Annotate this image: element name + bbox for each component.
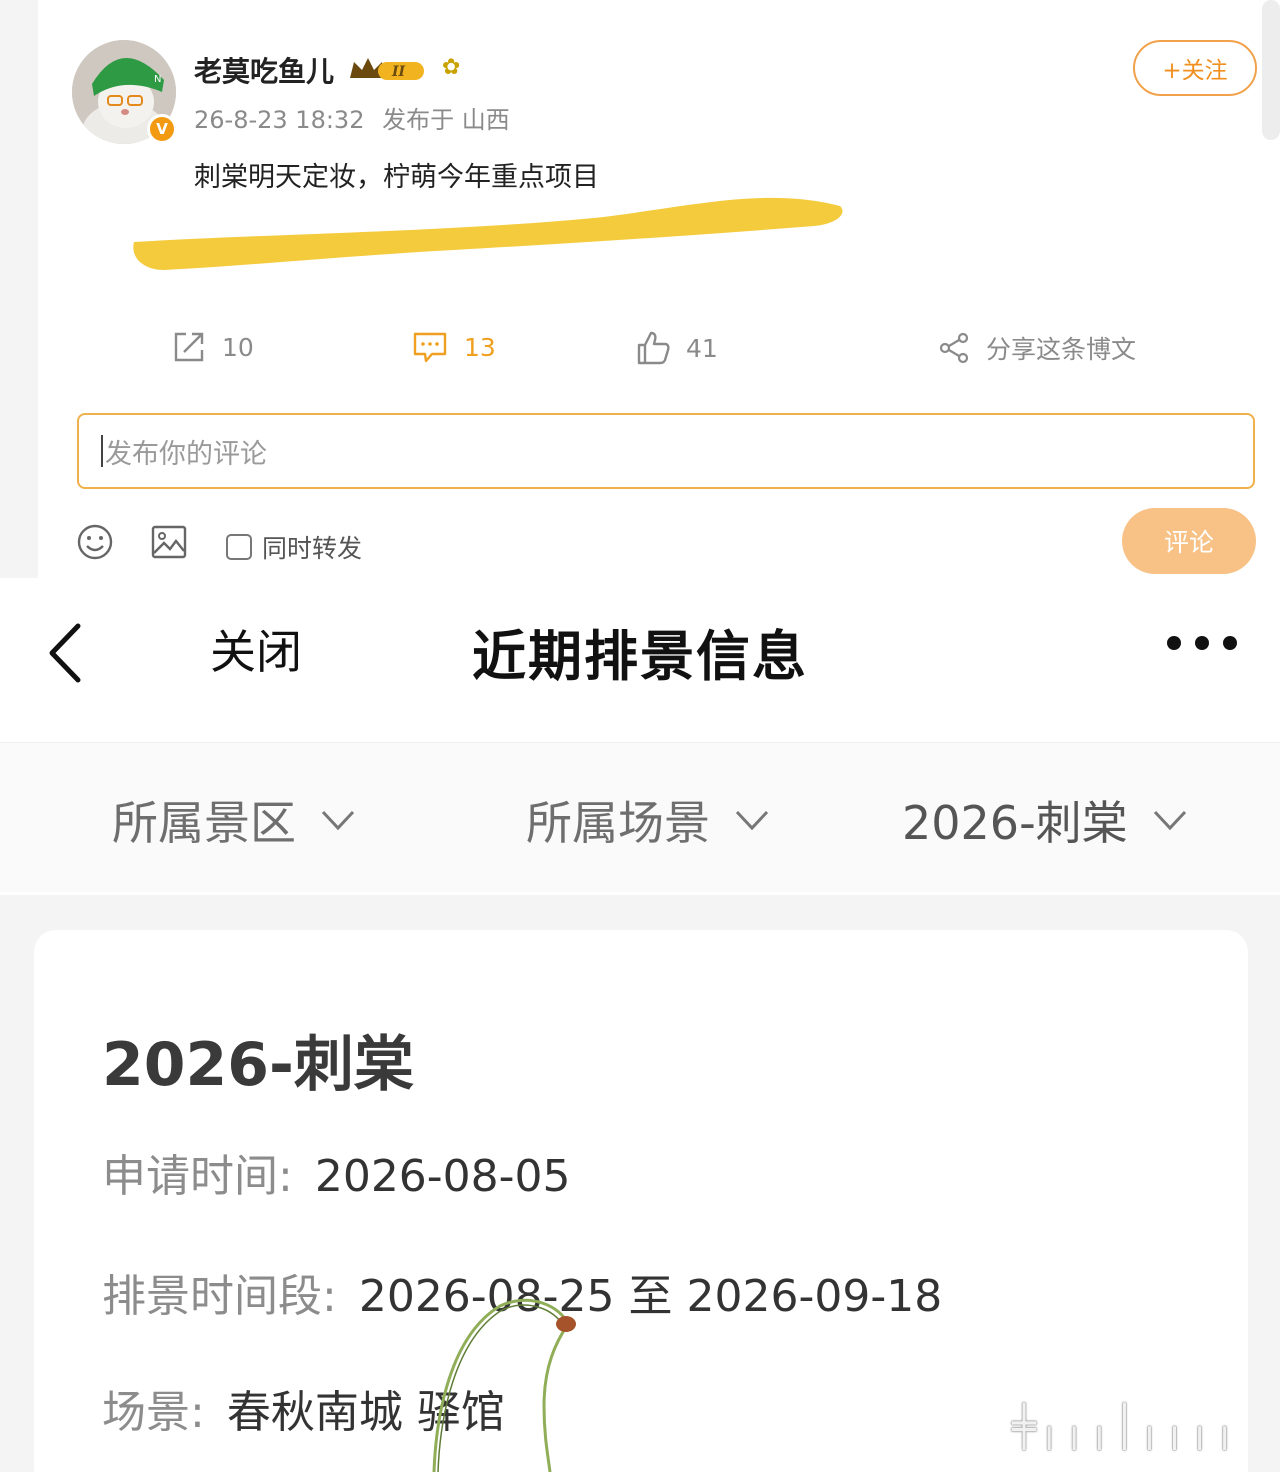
like-count: 41 xyxy=(686,333,718,363)
username[interactable]: 老莫吃鱼儿 xyxy=(194,50,334,90)
schedule-header: 关闭 近期排景信息 xyxy=(0,580,1280,740)
card-title: 2026-刺棠 xyxy=(102,1030,414,1100)
chevron-down-icon xyxy=(735,810,769,831)
left-divider-strip xyxy=(0,0,38,578)
crown-icon: II xyxy=(348,54,428,88)
post-timestamp: 26-8-23 18:32 xyxy=(194,106,365,134)
comment-placeholder: 发布你的评论 xyxy=(105,438,267,470)
repost-checkbox[interactable] xyxy=(226,534,252,560)
filter-scenic-area[interactable]: 所属景区 xyxy=(112,787,356,853)
svg-text:N: N xyxy=(154,74,161,85)
period-label: 排景时间段: xyxy=(102,1271,337,1322)
filter-bar: 所属景区 所属场景 2026-刺棠 xyxy=(0,742,1280,892)
verified-badge: V xyxy=(147,114,177,144)
post-actions: 10 13 41 分享这条博文 xyxy=(0,330,1280,376)
share-label: 分享这条博文 xyxy=(986,335,1137,364)
text-caret xyxy=(101,435,103,467)
repost-icon xyxy=(174,332,204,362)
sprout-doodle xyxy=(432,1298,576,1472)
scene-label: 场景: xyxy=(102,1387,205,1438)
filter-label: 所属景区 xyxy=(112,796,296,850)
scrollbar[interactable] xyxy=(1262,0,1280,140)
comment-action[interactable]: 13 xyxy=(412,330,496,364)
apply-time-row: 申请时间: 2026-08-05 xyxy=(102,1140,571,1204)
filter-scene[interactable]: 所属场景 xyxy=(526,787,770,853)
image-icon[interactable] xyxy=(150,523,188,561)
level-badge-text: II xyxy=(391,64,406,80)
filter-label: 所属场景 xyxy=(526,796,710,850)
apply-time-value: 2026-08-05 xyxy=(314,1151,571,1202)
share-icon xyxy=(939,332,969,364)
filter-project[interactable]: 2026-刺棠 xyxy=(902,787,1188,853)
flower-icon: ✿ xyxy=(442,55,461,80)
filter-label: 2026-刺棠 xyxy=(902,796,1128,850)
chevron-down-icon xyxy=(321,810,355,831)
yellow-highlight-stroke xyxy=(133,197,843,270)
follow-button[interactable]: +关注 xyxy=(1133,40,1257,96)
comment-tools: 同时转发 xyxy=(0,515,1280,571)
comment-icon xyxy=(413,332,447,363)
repost-toggle-label: 同时转发 xyxy=(262,534,363,563)
submit-comment-button[interactable]: 评论 xyxy=(1122,508,1256,574)
emoji-icon[interactable] xyxy=(76,523,114,561)
share-action[interactable]: 分享这条博文 xyxy=(938,330,1136,366)
repost-action[interactable]: 10 xyxy=(172,330,254,364)
comment-count: 13 xyxy=(464,332,496,362)
page-title: 近期排景信息 xyxy=(472,625,808,688)
watermark: ╪╷╷╷│╷╷╷╷ xyxy=(1012,1404,1238,1450)
repost-toggle[interactable]: 同时转发 xyxy=(226,529,362,565)
post-location: 发布于 山西 xyxy=(382,106,510,134)
like-action[interactable]: 41 xyxy=(636,330,718,366)
weibo-post: N V 老莫吃鱼儿 II ✿ 26-8-23 18:32 发布于 山西 刺棠明天… xyxy=(0,0,1280,580)
post-meta: 26-8-23 18:32 发布于 山西 xyxy=(194,100,510,135)
chevron-down-icon xyxy=(1153,810,1186,831)
repost-count: 10 xyxy=(222,332,254,362)
like-icon xyxy=(637,331,670,365)
comment-input[interactable]: 发布你的评论 xyxy=(77,413,1255,489)
apply-time-label: 申请时间: xyxy=(102,1151,293,1202)
more-icon[interactable] xyxy=(1167,636,1237,650)
